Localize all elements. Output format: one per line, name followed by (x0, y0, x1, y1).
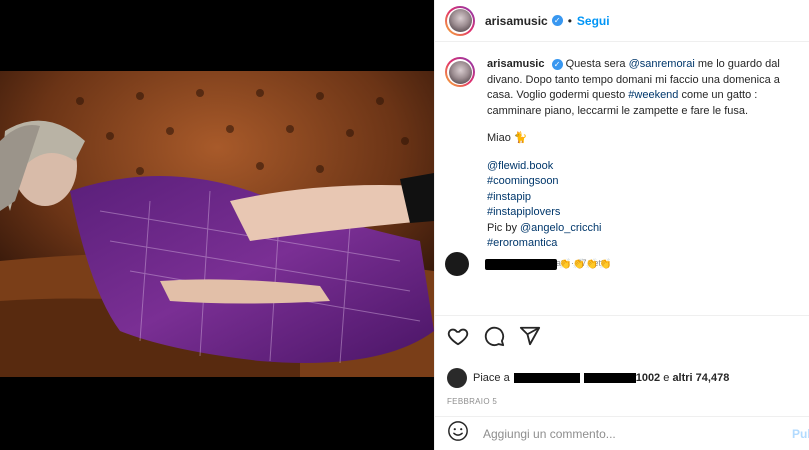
redacted-liker (513, 373, 580, 383)
follow-button[interactable]: Segui (577, 14, 610, 28)
author-avatar[interactable] (445, 5, 475, 36)
commenter-avatar[interactable] (445, 252, 469, 276)
publish-button[interactable]: Pubblica (792, 427, 809, 441)
caption-text: Questa sera (565, 58, 629, 70)
author-username[interactable]: arisamusic (485, 14, 548, 28)
liker-suffix[interactable]: 1002 (636, 372, 660, 384)
action-icons (447, 326, 800, 350)
tag-eroromantica[interactable]: #eroromantica (487, 236, 800, 252)
post-header: arisamusic ✓ • Segui (435, 0, 809, 42)
verified-icon: ✓ (551, 15, 563, 26)
photographer-mention[interactable]: @angelo_cricchi (520, 222, 602, 234)
post-photo[interactable] (0, 71, 434, 377)
redacted-liker-2 (583, 373, 636, 383)
tag-instapip[interactable]: #instapip (487, 190, 800, 206)
liker-avatar[interactable] (447, 368, 467, 388)
pic-by-label: Pic by (487, 221, 521, 234)
tag-coomingsoon[interactable]: #coomingsoon (487, 174, 800, 190)
comment-input[interactable]: Aggiungi un commento... (483, 427, 792, 441)
post-caption: arisamusic ✓ Questa sera @sanremorai me … (487, 57, 800, 271)
caption-miao: Miao (487, 132, 511, 144)
tag-flewid[interactable]: @flewid.book (487, 159, 800, 175)
post-media (0, 0, 434, 450)
redacted-username (485, 258, 557, 270)
comment-emojis: 👏👏👏👏 (559, 258, 613, 270)
likes-prefix: Piace a (473, 372, 510, 384)
comment-icon[interactable] (483, 325, 505, 352)
cat-icon: 🐈 (513, 132, 528, 144)
caption-author[interactable]: arisamusic (487, 58, 544, 70)
actions-section: Piace a 1002 e altri 74,478 FEBBRAIO 5 (435, 315, 809, 406)
separator-dot: • (567, 13, 572, 28)
likes-line: Piace a 1002 e altri 74,478 (447, 368, 800, 388)
heart-icon[interactable] (447, 325, 469, 352)
add-comment-bar: Aggiungi un commento... Pubblica (435, 416, 809, 450)
caption-verified-icon: ✓ (551, 59, 563, 70)
likes-and: e (663, 372, 670, 384)
caption-row: arisamusic ✓ Questa sera @sanremorai me … (445, 57, 800, 271)
caption-author-avatar[interactable] (445, 57, 475, 87)
post-side-panel: arisamusic ✓ • Segui arisamusic ✓ Questa… (434, 0, 809, 450)
mention-sanremorai[interactable]: @sanremorai (629, 58, 695, 70)
likes-others[interactable]: altri 74,478 (672, 372, 729, 384)
hashtag-weekend[interactable]: #weekend (628, 89, 678, 101)
instagram-post: arisamusic ✓ • Segui arisamusic ✓ Questa… (0, 0, 809, 450)
emoji-icon[interactable] (447, 420, 469, 447)
comment-row: 👏👏👏👏 (445, 252, 613, 276)
post-date[interactable]: FEBBRAIO 5 (447, 397, 800, 406)
share-icon[interactable] (519, 325, 541, 352)
tag-instapiplovers[interactable]: #instapiplovers (487, 205, 800, 221)
